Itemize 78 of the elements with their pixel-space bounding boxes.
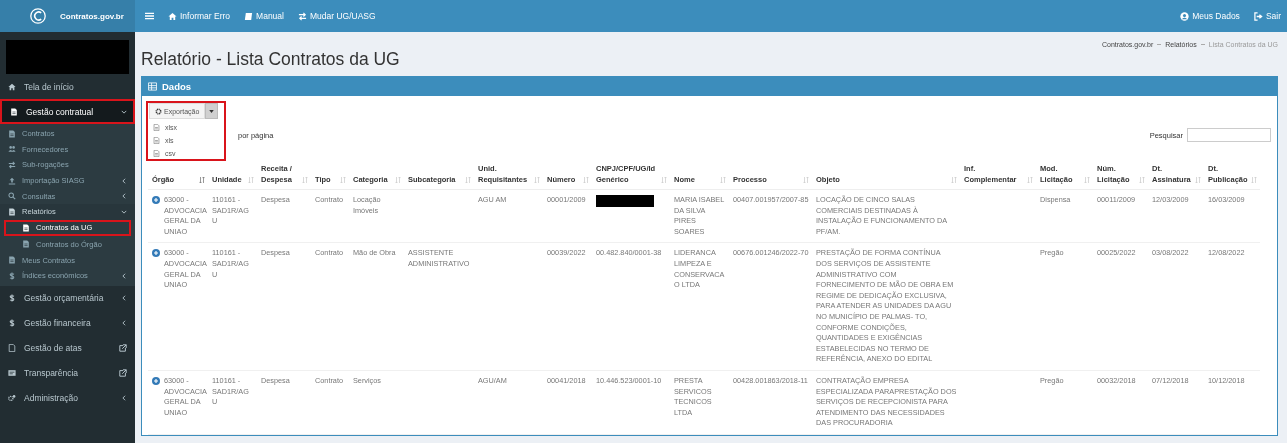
sort-icon[interactable] [340,176,346,184]
search-field[interactable] [1187,128,1271,142]
logo-icon [30,8,46,24]
document-icon [8,344,16,353]
sort-icon[interactable] [720,176,726,184]
dollar-icon [8,294,16,303]
external-link-icon [119,344,127,353]
expand-row-icon[interactable] [152,196,160,204]
sort-icon[interactable] [1027,176,1033,184]
nav-link[interactable]: Informar Erro [168,11,231,21]
file-icon [8,207,16,216]
chevron-left-icon [121,395,127,402]
sort-icon[interactable] [583,176,589,184]
logout-icon [1253,11,1263,21]
sort-icon[interactable] [661,176,667,184]
dollar-icon [8,319,16,328]
file-icon [10,107,18,116]
sidebar-item[interactable]: Tela de início [0,74,135,99]
sort-icon[interactable] [302,176,308,184]
file-icon [22,223,30,232]
sidebar-item[interactable]: Gestão de atas [0,335,135,361]
book-icon [244,11,254,21]
sort-icon[interactable] [534,176,540,184]
sort-icon[interactable] [395,176,401,184]
expand-row-icon[interactable] [152,376,160,385]
caret-icon [209,109,215,113]
sort-icon[interactable] [1195,176,1201,184]
nav-link[interactable]: Manual [244,11,284,21]
chevron-down-icon [121,208,127,215]
file-icon [8,256,16,265]
chevron-left-icon [121,177,127,184]
home-icon [168,11,177,21]
users-icon [8,145,16,154]
sidebar-item[interactable]: Transparência [0,360,135,386]
search-icon [8,192,16,201]
page-title: Relatório - Lista Contratos da UG [141,49,400,70]
panel-title: Dados [162,80,192,92]
user-icon [1180,11,1190,21]
file-icon [22,240,30,249]
dollar-icon [8,271,16,280]
brand-bar[interactable]: Contratos.gov.br [0,0,135,32]
sort-icon[interactable] [803,176,809,184]
chevron-left-icon [121,193,127,200]
dropdown-toggle[interactable] [205,103,219,119]
chevron-down-icon [121,108,127,115]
settings-icon [155,107,162,115]
expand-row-icon[interactable] [152,249,160,258]
upload-icon [8,176,16,185]
sort-icon[interactable] [1084,176,1090,184]
sidebar-item[interactable]: Gestão contratual [0,99,135,124]
sort-icon[interactable] [465,176,471,184]
nav-link[interactable]: Meus Dados [1180,11,1240,21]
chevron-left-icon [121,320,127,327]
file-icon [8,129,16,138]
sort-ascending-icon[interactable] [199,176,205,184]
cogs-icon [8,394,16,403]
file-icon [153,137,160,144]
sidebar-item[interactable]: Administração [0,385,135,411]
file-icon [153,124,160,131]
home-icon [8,82,16,91]
nav-link[interactable]: Mudar UG/UASG [297,11,376,21]
sort-icon[interactable] [1139,176,1145,184]
sort-icon[interactable] [951,176,957,184]
file-icon [153,150,160,157]
table-icon [148,81,157,91]
swap-arrows-icon [8,161,16,169]
brand-name: Contratos.gov.br [60,11,124,21]
sort-icon[interactable] [1251,176,1257,184]
external-link-icon [119,369,127,378]
chevron-left-icon [121,295,127,302]
menu-icon[interactable] [145,12,154,20]
sort-icon[interactable] [248,176,254,184]
nav-link[interactable]: Sair [1253,11,1281,21]
sidebar-item[interactable]: Gestão financeira [0,310,135,336]
swap-arrows-icon [297,11,307,21]
chevron-left-icon [121,272,127,279]
sidebar-item[interactable]: Gestão orçamentária [0,285,135,311]
board-icon [8,369,16,378]
